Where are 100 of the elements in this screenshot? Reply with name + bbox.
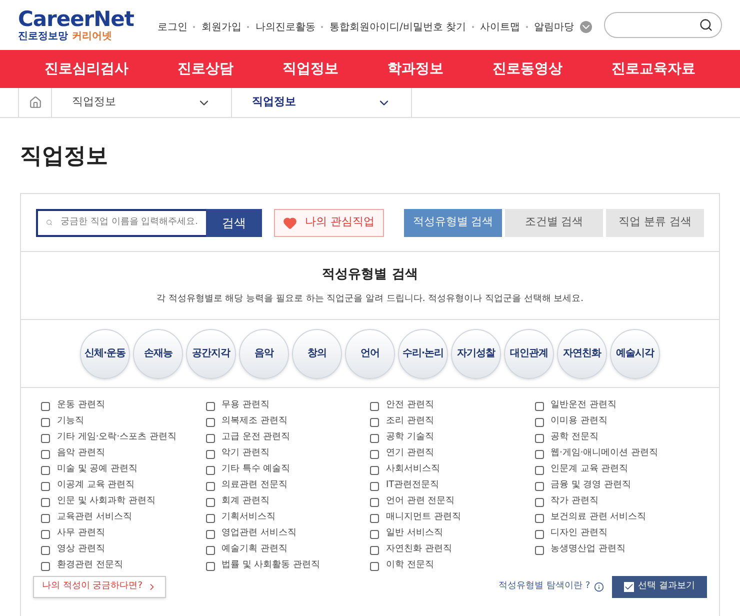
- checkbox-label[interactable]: 무용 관련직: [222, 399, 270, 413]
- checkbox-label[interactable]: 공학 기술직: [386, 431, 434, 445]
- aptitude-button[interactable]: 자기성찰: [451, 328, 501, 378]
- aptitude-button[interactable]: 창의: [292, 328, 342, 378]
- checkbox[interactable]: [41, 466, 50, 474]
- checkbox-label[interactable]: 이공계 교육 관련직: [57, 479, 135, 493]
- home-icon[interactable]: [28, 96, 42, 109]
- nav-tab[interactable]: 진로교육자료: [604, 58, 704, 80]
- checkbox-label[interactable]: 보건의료 관련 서비스직: [550, 511, 646, 525]
- nav-tab[interactable]: 진로심리검사: [36, 58, 136, 80]
- checkbox-label[interactable]: 영업관련 서비스직: [222, 527, 296, 541]
- checkbox[interactable]: [41, 402, 50, 410]
- checkbox-label[interactable]: 디자인 관련직: [550, 527, 608, 541]
- checkbox-label[interactable]: 금융 및 경영 관련직: [550, 479, 632, 493]
- checkbox-label[interactable]: 법률 및 사회활동 관련직: [222, 559, 320, 573]
- top-link[interactable]: 나의진로활동: [255, 20, 316, 34]
- checkbox[interactable]: [370, 562, 379, 570]
- checkbox-label[interactable]: 농생명산업 관련직: [550, 543, 626, 557]
- top-link[interactable]: 로그인: [157, 20, 188, 34]
- search-tab[interactable]: 조건별 검색: [505, 208, 603, 236]
- checkbox[interactable]: [206, 402, 214, 410]
- checkbox[interactable]: [370, 482, 379, 490]
- checkbox-label[interactable]: 기능직: [57, 415, 84, 429]
- checkbox[interactable]: [41, 450, 50, 458]
- checkbox[interactable]: [370, 466, 379, 474]
- checkbox[interactable]: [206, 514, 214, 522]
- checkbox[interactable]: [370, 434, 379, 442]
- checkbox[interactable]: [370, 546, 379, 554]
- checkbox[interactable]: [534, 498, 544, 506]
- checkbox-label[interactable]: 사무 관련직: [57, 527, 105, 541]
- aptitude-button[interactable]: 대인관계: [504, 328, 554, 378]
- checkbox[interactable]: [41, 562, 50, 570]
- checkbox[interactable]: [534, 546, 544, 554]
- checkbox[interactable]: [41, 514, 50, 522]
- favorites-button[interactable]: 나의 관심직업: [274, 208, 384, 236]
- checkbox-label[interactable]: 연기 관련직: [386, 447, 434, 461]
- chevron-icon[interactable]: [580, 21, 592, 33]
- checkbox[interactable]: [41, 498, 50, 506]
- checkbox-label[interactable]: 회계 관련직: [222, 495, 270, 509]
- top-link[interactable]: 알림마당: [534, 20, 574, 34]
- checkbox-label[interactable]: 예술기획 관련직: [222, 543, 288, 557]
- checkbox-label[interactable]: 기타 게임·오락·스포츠 관련직: [57, 431, 176, 445]
- search-tab[interactable]: 적성유형별 검색: [404, 208, 502, 236]
- checkbox-label[interactable]: 조리 관련직: [386, 415, 434, 429]
- checkbox-label[interactable]: 이학 전문직: [386, 559, 434, 573]
- job-search-field[interactable]: 궁금한 직업 이름을 입력해주세요.: [36, 208, 206, 236]
- top-link[interactable]: 회원가입: [201, 20, 242, 34]
- nav-tab[interactable]: 진로상담: [170, 58, 242, 80]
- checkbox-label[interactable]: 언어 관련 전문직: [386, 495, 455, 509]
- checkbox-label[interactable]: 이미용 관련직: [550, 415, 608, 429]
- aptitude-button[interactable]: 수리·논리: [398, 328, 448, 378]
- checkbox[interactable]: [534, 418, 544, 426]
- checkbox[interactable]: [41, 546, 50, 554]
- checkbox-label[interactable]: 매니지먼트 관련직: [386, 511, 461, 525]
- aptitude-button[interactable]: 신체·운동: [80, 328, 130, 378]
- checkbox-label[interactable]: 환경관련 전문직: [57, 559, 123, 573]
- checkbox[interactable]: [534, 514, 544, 522]
- checkbox-label[interactable]: 음악 관련직: [57, 447, 105, 461]
- checkbox-label[interactable]: 사회서비스직: [386, 463, 440, 477]
- search-tab[interactable]: 직업 분류 검색: [606, 208, 704, 236]
- checkbox-label[interactable]: 작가 관련직: [550, 495, 598, 509]
- checkbox-label[interactable]: 악기 관련직: [222, 447, 270, 461]
- checkbox-label[interactable]: 운동 관련직: [57, 399, 105, 413]
- checkbox[interactable]: [534, 466, 544, 474]
- checkbox[interactable]: [41, 418, 50, 426]
- top-link[interactable]: 통합회원아이디/비밀번호 찾기: [329, 20, 466, 34]
- checkbox[interactable]: [206, 562, 214, 570]
- breadcrumb-dropdown[interactable]: 직업정보: [232, 88, 412, 117]
- checkbox[interactable]: [206, 466, 214, 474]
- aptitude-test-link[interactable]: 나의 적성이 궁금하다면?: [33, 576, 166, 598]
- checkbox[interactable]: [534, 434, 544, 442]
- checkbox[interactable]: [206, 434, 214, 442]
- search-button[interactable]: 검색: [206, 208, 262, 236]
- nav-tab[interactable]: 진로동영상: [484, 58, 570, 80]
- checkbox[interactable]: [370, 418, 379, 426]
- aptitude-button[interactable]: 언어: [345, 328, 395, 378]
- search-field[interactable]: [604, 12, 722, 38]
- checkbox[interactable]: [370, 450, 379, 458]
- checkbox-label[interactable]: 인문 및 사회과학 관련직: [57, 495, 156, 509]
- checkbox[interactable]: [206, 418, 214, 426]
- nav-tab[interactable]: 직업정보: [274, 58, 346, 80]
- breadcrumb-dropdown[interactable]: 직업정보: [52, 88, 232, 117]
- help-link[interactable]: 적성유형별 탐색이란 ?: [498, 580, 604, 594]
- checkbox-label[interactable]: 의료관련 전문직: [222, 479, 288, 493]
- checkbox-label[interactable]: 기획서비스직: [222, 511, 276, 525]
- aptitude-button[interactable]: 공간지각: [186, 328, 236, 378]
- checkbox-label[interactable]: 자연친화 관련직: [386, 543, 452, 557]
- nav-tab[interactable]: 학과정보: [380, 58, 452, 80]
- checkbox[interactable]: [206, 498, 214, 506]
- logo-text[interactable]: CareerNet: [18, 8, 134, 30]
- checkbox[interactable]: [370, 498, 379, 506]
- checkbox-label[interactable]: 교육관련 서비스직: [57, 511, 132, 525]
- checkbox-label[interactable]: 인문계 교육 관련직: [550, 463, 628, 477]
- checkbox[interactable]: [534, 402, 544, 410]
- search-icon[interactable]: [699, 18, 713, 32]
- checkbox-label[interactable]: 일반 서비스직: [386, 527, 443, 541]
- checkbox-label[interactable]: 미술 및 공예 관련직: [57, 463, 138, 477]
- checkbox[interactable]: [41, 434, 50, 442]
- checkbox[interactable]: [41, 482, 50, 490]
- checkbox-label[interactable]: 고급 운전 관련직: [222, 431, 290, 445]
